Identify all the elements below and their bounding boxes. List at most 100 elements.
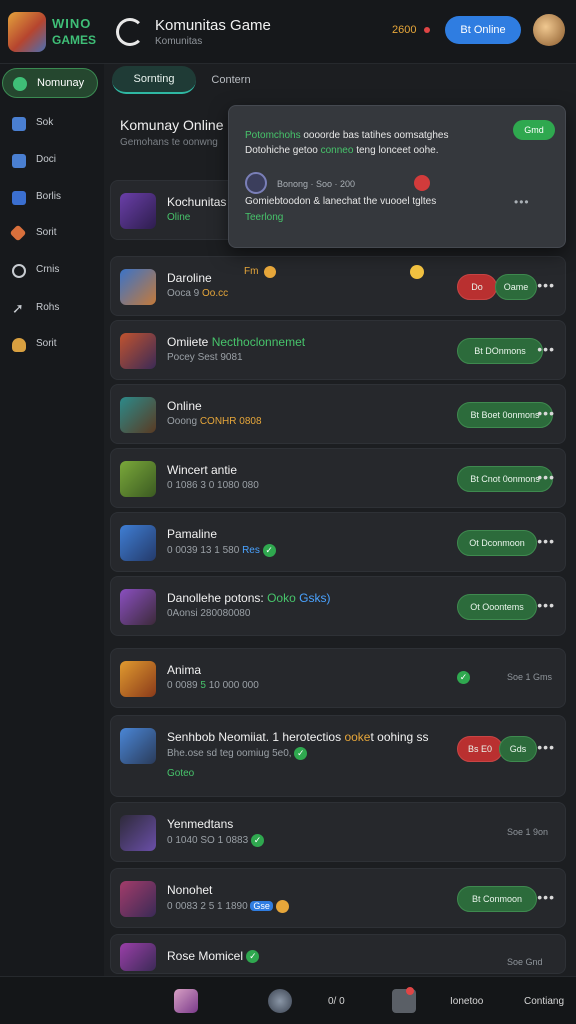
page-counter: 0/ 0 — [328, 995, 345, 1007]
decline-button[interactable]: Bs E0 — [457, 736, 503, 762]
profile-avatar-icon[interactable] — [174, 989, 198, 1013]
sidebar-item-label: Borlis — [36, 191, 62, 202]
row-note: Soe Gnd — [507, 957, 543, 967]
more-options-icon[interactable]: ••• — [514, 195, 530, 209]
sidebar-item-share[interactable]: ➚ Rohs — [2, 294, 98, 324]
popover-description: Gomiebtoodon & lanechat the vuooel tglte… — [245, 196, 437, 207]
avatar — [120, 269, 156, 305]
sidebar-item-settings[interactable]: Crnis — [2, 256, 98, 286]
settings-icon — [12, 264, 26, 278]
list-item[interactable]: Anima 0 0089 5 10 000 000 ✓ Soe 1 Gms — [110, 648, 566, 708]
row-subtitle: 0 0089 5 10 000 000 — [167, 680, 259, 691]
nav-item-community[interactable]: Contiang — [524, 989, 564, 1013]
join-button[interactable]: Ot Ooontems — [457, 594, 537, 620]
app-logo[interactable]: WINO GAMES — [8, 10, 98, 54]
globe-icon[interactable] — [268, 989, 292, 1013]
avatar — [120, 461, 156, 497]
notification-dot-icon — [406, 987, 414, 995]
verified-check-icon: ✓ — [250, 834, 264, 847]
sidebar-item-label: Crnis — [36, 264, 60, 275]
row-chip: Fm — [232, 262, 424, 284]
tab-content[interactable]: Contern — [200, 66, 262, 94]
join-button[interactable]: Bt DOnmons — [457, 338, 543, 364]
sidebar-item-label: Doci — [36, 154, 57, 165]
avatar — [120, 943, 156, 971]
list-item[interactable]: Danollehe potons: Ooko Gsks) 0Aonsi 2800… — [110, 576, 566, 636]
online-button[interactable]: Bt Online — [445, 16, 521, 44]
brand-wordmark-bottom: GAMES — [52, 33, 97, 47]
mascot-logo-icon — [8, 12, 46, 52]
section-title: Komunay Online — [120, 117, 224, 133]
chip-label: Fm — [244, 266, 259, 277]
activity-popover[interactable]: Potomchohs oooorde bas tatihes oomsatghe… — [228, 105, 566, 248]
more-options-icon[interactable]: ••• — [537, 533, 555, 549]
row-name: Danollehe potons: Ooko Gsks) — [167, 591, 331, 605]
sidebar-item-label: Nomunay — [37, 77, 85, 89]
emoji-icon — [410, 265, 424, 279]
list-item[interactable]: Senhbob Neomiiat. 1 herotectios ooket oo… — [110, 715, 566, 797]
page-subtitle: Komunitas — [155, 36, 203, 47]
sidebar-item-battle[interactable]: Sorit — [2, 219, 98, 249]
more-options-icon[interactable]: ••• — [537, 469, 555, 485]
list-item[interactable]: Rose Momicel ✓ Soe Gnd — [110, 934, 566, 974]
popover-text: Potomchohs oooorde bas tatihes oomsatghe… — [245, 130, 449, 156]
row-subtitle: 0 1040 SO 1 0883 ✓ — [167, 834, 264, 847]
sword-icon — [9, 224, 27, 242]
row-name: Yenmedtans — [167, 817, 234, 831]
popover-badge[interactable]: Gmd — [513, 120, 555, 140]
avatar — [120, 333, 156, 369]
join-button[interactable]: Ot Dconmoon — [457, 530, 537, 556]
sidebar-item-chat[interactable]: Doci — [2, 146, 98, 176]
more-options-icon[interactable]: ••• — [537, 341, 555, 357]
alert-icon — [414, 175, 430, 191]
top-header: WINO GAMES Komunitas Game Komunitas 2600… — [0, 0, 576, 64]
list-item[interactable]: Pamaline 0 0039 13 1 580 Res ✓ Ot Dconmo… — [110, 512, 566, 572]
row-name: Wincert antie — [167, 463, 238, 477]
controller-icon — [12, 117, 26, 131]
more-options-icon[interactable]: ••• — [537, 889, 555, 905]
join-button[interactable]: Bt Conmoon — [457, 886, 537, 912]
store-icon — [12, 191, 26, 205]
trophy-icon — [12, 338, 26, 352]
sidebar-item-games[interactable]: Sok — [2, 109, 98, 139]
list-item[interactable]: Yenmedtans 0 1040 SO 1 0883 ✓ Soe 1 9on — [110, 802, 566, 862]
verified-check-icon: ✓ — [246, 950, 260, 964]
row-name: Anima — [167, 663, 202, 677]
row-note: Soe 1 Gms — [507, 672, 553, 682]
sidebar: Nomunay Sok Doci Borlis Sorit Crnis ➚ Ro… — [0, 64, 104, 976]
list-item[interactable]: Omiiete Necthoclonnemet Pocey Sest 9081 … — [110, 320, 566, 380]
user-avatar[interactable] — [533, 14, 565, 46]
row-name: Pamaline — [167, 527, 218, 541]
list-item[interactable]: Nonohet 0 0083 2 5 1 1890 Gse Bt Conmoon… — [110, 868, 566, 928]
row-subtitle: Ooca 9 Oo.cc — [167, 288, 229, 299]
avatar — [120, 728, 156, 764]
decline-button[interactable]: Do — [457, 274, 497, 300]
more-options-icon[interactable]: ••• — [537, 405, 555, 421]
list-item[interactable]: Wincert antie 0 1086 3 0 1080 080 Bt Cno… — [110, 448, 566, 508]
nav-item-lobby[interactable]: Ionetoo — [450, 989, 483, 1013]
bottom-nav: 0/ 0 Ionetoo Contiang — [0, 976, 576, 1024]
sidebar-item-trophy[interactable]: Sorit — [2, 330, 98, 360]
game-button[interactable]: Oame — [495, 274, 537, 300]
more-options-icon[interactable]: ••• — [537, 597, 555, 613]
avatar — [120, 525, 156, 561]
verified-check-icon: ✓ — [294, 747, 308, 760]
home-icon — [13, 77, 27, 91]
list-item[interactable]: Online Ooong CONHR 0808 Bt Boet 0onmons … — [110, 384, 566, 444]
coin-icon — [264, 266, 276, 278]
more-options-icon[interactable]: ••• — [537, 277, 555, 293]
tab-sorting[interactable]: Sornting — [112, 66, 196, 94]
refresh-icon[interactable] — [116, 18, 144, 46]
row-name: Kochunitas — [167, 195, 227, 209]
avatar — [120, 589, 156, 625]
avatar — [120, 661, 156, 697]
more-options-icon[interactable]: ••• — [537, 739, 555, 755]
sidebar-item-home[interactable]: Nomunay — [2, 68, 98, 98]
row-name: Rose Momicel ✓ — [167, 949, 260, 964]
coin-icon — [275, 900, 289, 913]
row-name: Daroline — [167, 271, 212, 285]
row-name: Nonohet — [167, 883, 213, 897]
sidebar-item-store[interactable]: Borlis — [2, 183, 98, 213]
accept-button[interactable]: Gds — [499, 736, 537, 762]
sidebar-item-label: Sorit — [36, 338, 57, 349]
